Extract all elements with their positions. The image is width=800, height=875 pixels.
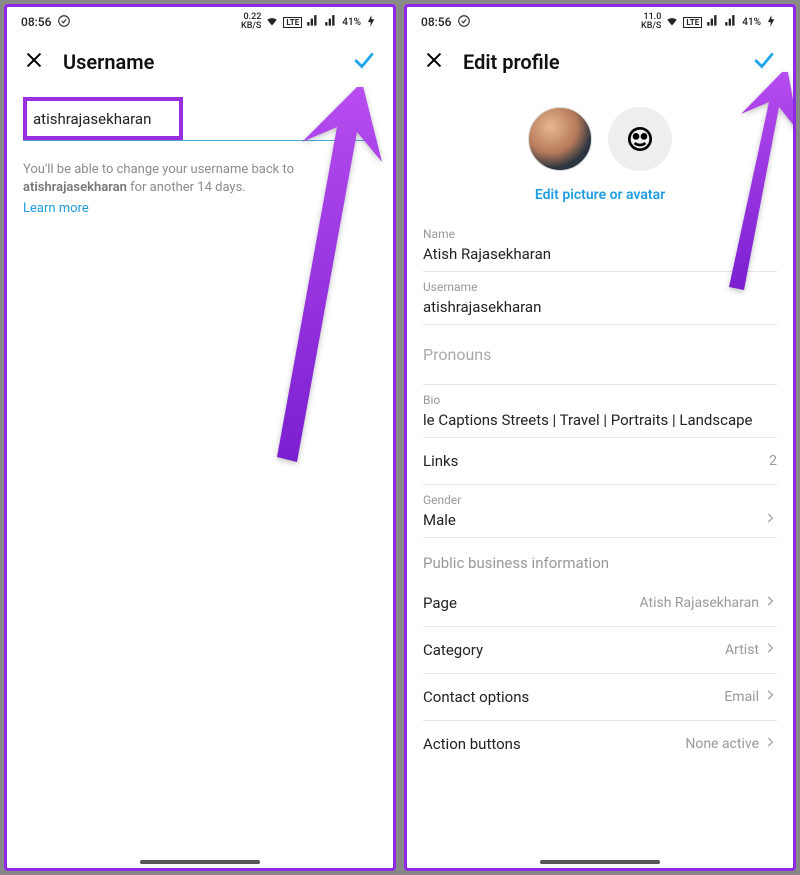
nav-pill: [540, 860, 660, 864]
content: Edit picture or avatar Name Atish Rajase…: [407, 91, 793, 868]
signal-icon: [706, 14, 720, 31]
right-phone: 08:56 11.0 KB/S LTE 41%: [404, 4, 796, 871]
bio-field[interactable]: Bio le Captions Streets | Travel | Portr…: [423, 385, 777, 438]
status-app-icon: [457, 14, 471, 31]
action-row[interactable]: Action buttons None active: [423, 721, 777, 767]
status-speed: 0.22 KB/S: [241, 13, 261, 31]
input-underline: [23, 140, 377, 141]
chevron-right-icon: [763, 641, 777, 659]
status-speed: 11.0 KB/S: [641, 13, 661, 31]
action-label: Action buttons: [423, 735, 521, 753]
page-label: Page: [423, 594, 457, 612]
battery-text: 41%: [342, 17, 361, 28]
chevron-right-icon: [763, 510, 777, 529]
learn-more-link[interactable]: Learn more: [23, 201, 89, 216]
signal-icon: [306, 14, 320, 31]
username-field[interactable]: atishrajasekharan: [23, 91, 377, 141]
name-field[interactable]: Name Atish Rajasekharan: [423, 219, 777, 272]
username-highlight: atishrajasekharan: [23, 97, 183, 140]
battery-text: 41%: [742, 17, 761, 28]
signal-icon-2: [324, 14, 338, 31]
page-value: Atish Rajasekharan: [639, 595, 759, 611]
category-value: Artist: [725, 642, 759, 658]
status-time: 08:56: [421, 15, 451, 29]
lte-icon: LTE: [283, 17, 302, 28]
status-app-icon: [57, 14, 71, 31]
links-count: 2: [769, 453, 777, 469]
name-label: Name: [423, 227, 777, 241]
username-value: atishrajasekharan: [33, 110, 151, 128]
hint-text: You'll be able to change your username b…: [23, 161, 377, 197]
avatar-icon[interactable]: [608, 107, 672, 171]
bio-value: le Captions Streets | Travel | Portraits…: [423, 407, 777, 429]
confirm-check-icon[interactable]: [351, 47, 377, 77]
pronouns-placeholder: Pronouns: [423, 333, 777, 376]
confirm-check-icon[interactable]: [751, 47, 777, 77]
page-row[interactable]: Page Atish Rajasekharan: [423, 580, 777, 627]
close-icon[interactable]: [23, 49, 45, 75]
username-value: atishrajasekharan: [423, 294, 777, 316]
contact-value: Email: [724, 689, 759, 705]
charge-icon: [765, 14, 779, 31]
content: atishrajasekharan You'll be able to chan…: [7, 91, 393, 868]
category-label: Category: [423, 641, 483, 659]
header: Username: [7, 33, 393, 91]
chevron-right-icon: [763, 735, 777, 753]
username-label: Username: [423, 280, 777, 294]
chevron-right-icon: [763, 594, 777, 612]
status-bar: 08:56 0.22 KB/S LTE 41%: [7, 7, 393, 33]
section-business: Public business information: [423, 538, 777, 580]
status-time: 08:56: [21, 15, 51, 29]
signal-icon-2: [724, 14, 738, 31]
lte-icon: LTE: [683, 17, 702, 28]
links-row[interactable]: Links 2: [423, 438, 777, 485]
contact-row[interactable]: Contact options Email: [423, 674, 777, 721]
status-bar: 08:56 11.0 KB/S LTE 41%: [407, 7, 793, 33]
page-title: Edit profile: [463, 50, 560, 74]
charge-icon: [365, 14, 379, 31]
header: Edit profile: [407, 33, 793, 91]
name-value: Atish Rajasekharan: [423, 241, 777, 263]
gender-value: Male: [423, 507, 461, 529]
links-label: Links: [423, 452, 458, 470]
contact-label: Contact options: [423, 688, 529, 706]
gender-label: Gender: [423, 493, 461, 507]
wifi-icon: [665, 14, 679, 31]
close-icon[interactable]: [423, 49, 445, 75]
category-row[interactable]: Category Artist: [423, 627, 777, 674]
edit-picture-link[interactable]: Edit picture or avatar: [423, 179, 777, 219]
pronouns-field[interactable]: Pronouns: [423, 325, 777, 385]
wifi-icon: [265, 14, 279, 31]
profile-photo[interactable]: [528, 107, 592, 171]
gender-field[interactable]: Gender Male: [423, 485, 777, 538]
left-phone: 08:56 0.22 KB/S LTE 41%: [4, 4, 396, 871]
action-value: None active: [685, 736, 759, 752]
bio-label: Bio: [423, 393, 777, 407]
page-title: Username: [63, 50, 154, 74]
chevron-right-icon: [763, 688, 777, 706]
profile-media: [423, 91, 777, 179]
nav-pill: [140, 860, 260, 864]
username-field[interactable]: Username atishrajasekharan: [423, 272, 777, 325]
